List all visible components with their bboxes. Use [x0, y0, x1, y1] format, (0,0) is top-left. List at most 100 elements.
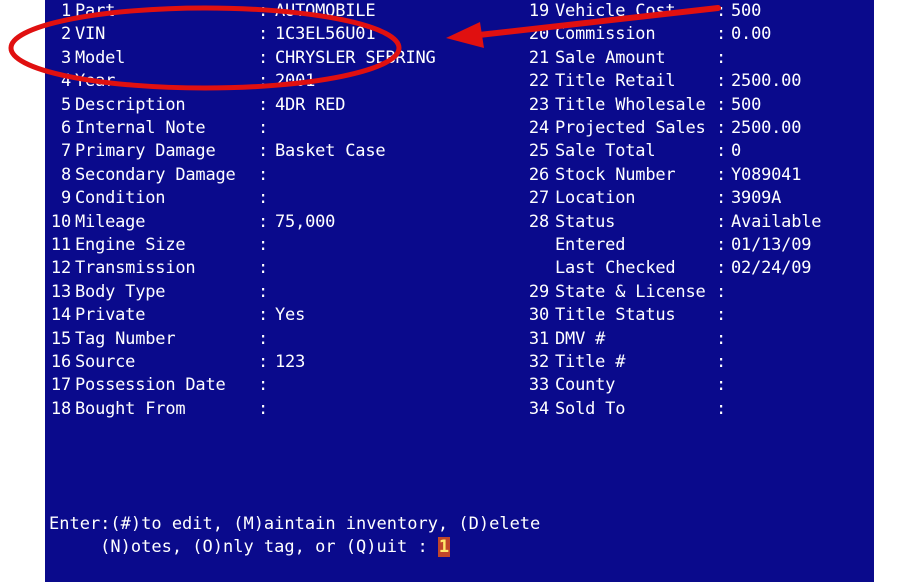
field-label: VIN: [75, 24, 106, 45]
field-label: Condition: [75, 188, 166, 209]
field-label: DMV #: [555, 328, 606, 349]
field-label: Title Retail: [555, 71, 676, 92]
left-field-row[interactable]: 3 Model: CHRYSLER SEBRING: [45, 47, 436, 69]
field-separator: :: [258, 141, 269, 162]
right-field-row[interactable]: 21 Sale Amount:: [525, 47, 870, 69]
field-label: Tag Number: [75, 328, 176, 349]
field-number: 24: [528, 118, 549, 138]
field-separator: :: [716, 352, 727, 372]
left-field-row[interactable]: 9 Condition:: [45, 187, 405, 209]
field-separator: :: [258, 352, 269, 372]
field-value: 4DR RED: [275, 94, 346, 115]
field-number: 13: [50, 281, 71, 302]
field-value: 500: [731, 94, 762, 115]
left-field-row[interactable]: 6 Internal Note:: [45, 117, 405, 139]
field-number: 20: [528, 24, 549, 45]
right-field-row[interactable]: Last Checked:02/24/09: [525, 257, 870, 279]
field-label: Vehicle Cost: [555, 1, 676, 21]
field-value: 500: [731, 1, 762, 21]
right-field-row[interactable]: 31 DMV #:: [525, 328, 870, 350]
left-field-row[interactable]: 7 Primary Damage: Basket Case: [45, 140, 405, 162]
left-field-row[interactable]: 1 Part: AUTOMOBILE: [45, 0, 405, 22]
field-number: 27: [528, 188, 549, 209]
field-separator: :: [716, 258, 727, 279]
field-label: Internal Note: [75, 118, 206, 138]
field-label: Title Wholesale: [555, 94, 706, 115]
right-field-row[interactable]: 32 Title #:: [525, 351, 870, 373]
left-field-row[interactable]: 16 Source:123: [45, 351, 405, 373]
left-field-row[interactable]: 8 Secondary Damage:: [45, 164, 405, 186]
field-separator: :: [716, 188, 727, 209]
prompt-options-text: (N)otes, (O)nly tag, or (Q)uit :: [49, 537, 438, 557]
command-input[interactable]: 1: [437, 537, 450, 557]
left-field-row[interactable]: 11 Engine Size:: [45, 234, 405, 256]
field-value: AUTOMOBILE: [275, 1, 376, 21]
right-field-row[interactable]: 26 Stock Number: Y089041: [525, 164, 870, 186]
prompt-options: (N)otes, (O)nly tag, or (Q)uit : 1: [49, 536, 450, 558]
right-field-row[interactable]: 27 Location:3909A: [525, 187, 870, 209]
field-number: 9: [60, 188, 71, 209]
field-number: 8: [60, 164, 71, 185]
left-field-row[interactable]: 2 VIN:1C3EL56U01: [45, 23, 405, 45]
right-field-row[interactable]: 23 Title Wholesale:500: [525, 94, 870, 116]
left-field-row[interactable]: 5 Description:4DR RED: [45, 94, 405, 116]
left-field-row[interactable]: 18 Bought From:: [45, 398, 405, 420]
right-field-row[interactable]: 20 Commission:0.00: [525, 23, 870, 45]
right-field-row[interactable]: 34 Sold To:: [525, 398, 870, 420]
field-label: County: [555, 375, 616, 396]
right-field-row[interactable]: 22 Title Retail:2500.00: [525, 70, 870, 92]
right-field-row[interactable]: Entered:01/13/09: [525, 234, 870, 256]
left-field-row[interactable]: 15 Tag Number:: [45, 328, 405, 350]
left-field-row[interactable]: 14 Private: Yes: [45, 304, 405, 326]
field-separator: :: [258, 188, 269, 209]
field-separator: :: [716, 47, 727, 68]
right-field-row[interactable]: 30 Title Status:: [525, 304, 870, 326]
field-number: 26: [528, 164, 549, 185]
field-value: Y089041: [731, 164, 802, 185]
field-label: Private: [75, 305, 146, 326]
field-separator: :: [258, 71, 269, 92]
right-field-row[interactable]: 24 Projected Sales:2500.00: [525, 117, 870, 139]
field-number: 25: [528, 141, 549, 162]
right-field-row[interactable]: 33 County:: [525, 374, 870, 396]
field-separator: :: [258, 211, 269, 232]
left-field-row[interactable]: 4 Year:2001: [45, 70, 405, 92]
right-field-row[interactable]: 19 Vehicle Cost:500: [525, 0, 870, 22]
right-field-row[interactable]: 25 Sale Total:0: [525, 140, 870, 162]
left-field-row[interactable]: 17 Possession Date:: [45, 374, 405, 396]
field-value: 123: [275, 352, 306, 372]
field-label: Source: [75, 352, 136, 372]
field-separator: :: [258, 258, 269, 279]
left-field-row[interactable]: 10 Mileage:75,000: [45, 211, 405, 233]
field-label: Commission: [555, 24, 656, 45]
field-separator: :: [716, 235, 727, 255]
field-number: 29: [528, 281, 549, 302]
field-label: Sale Amount: [555, 47, 666, 68]
field-number: 19: [528, 1, 549, 21]
field-separator: :: [716, 94, 727, 115]
field-number: 10: [50, 211, 71, 232]
field-separator: :: [258, 328, 269, 349]
field-number: 2: [60, 24, 71, 45]
field-value: 2001: [275, 71, 316, 92]
field-number: 23: [528, 94, 549, 115]
field-number: 12: [50, 258, 71, 279]
field-label: Transmission: [75, 258, 196, 279]
terminal-screen[interactable]: 1 Part: AUTOMOBILE 2 VIN:1C3EL56U01 3 Model: CH…: [45, 0, 874, 582]
left-field-row[interactable]: 13 Body Type:: [45, 281, 405, 303]
field-value: 1C3EL56U01: [275, 24, 376, 45]
field-number: 17: [50, 375, 71, 396]
right-field-row[interactable]: 28 Status: Available: [525, 211, 870, 233]
right-field-row[interactable]: 29 State & License:: [525, 281, 870, 303]
field-value: 02/24/09: [731, 258, 812, 279]
field-separator: :: [716, 164, 727, 185]
field-number: 34: [528, 398, 549, 419]
field-separator: :: [258, 94, 269, 115]
field-separator: :: [716, 305, 727, 326]
left-field-row[interactable]: 12 Transmission:: [45, 257, 405, 279]
field-label: Stock Number: [555, 164, 676, 185]
field-label: Description: [75, 94, 186, 115]
field-label: Last Checked: [555, 258, 676, 279]
field-separator: :: [716, 141, 727, 162]
field-number: 28: [528, 211, 549, 232]
